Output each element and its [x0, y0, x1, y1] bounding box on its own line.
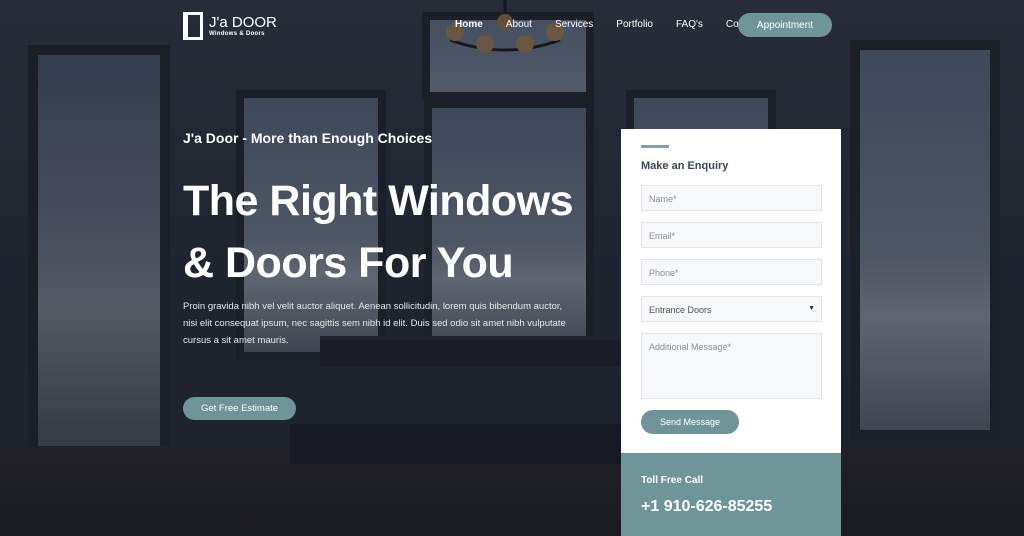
name-field[interactable]: Name* — [641, 185, 822, 211]
hero-tagline: J'a Door - More than Enough Choices — [183, 130, 433, 146]
message-field[interactable]: Additional Message* — [641, 333, 822, 399]
toll-free-label: Toll Free Call — [641, 475, 704, 486]
title-accent-bar — [641, 145, 669, 148]
caret-down-icon: ▼ — [808, 305, 815, 312]
hero-heading-line2: & Doors For You — [183, 239, 514, 287]
service-select[interactable]: Entrance Doors ▼ — [641, 296, 822, 322]
nav-home[interactable]: Home — [455, 18, 483, 32]
service-select-value: Entrance Doors — [649, 305, 712, 315]
nav-faqs[interactable]: FAQ's — [676, 18, 703, 32]
main-nav: Home About Services Portfolio FAQ's Cont… — [455, 18, 783, 32]
hero-heading-line1: The Right Windows — [183, 177, 574, 225]
free-estimate-button[interactable]: Get Free Estimate — [183, 397, 296, 420]
door-logo-icon — [183, 12, 203, 40]
toll-free-box: Toll Free Call +1 910-626-85255 — [621, 453, 841, 536]
phone-field[interactable]: Phone* — [641, 259, 822, 285]
logo[interactable]: J'a DOOR Windows & Doors — [183, 12, 277, 40]
toll-free-number[interactable]: +1 910-626-85255 — [641, 498, 772, 516]
enquiry-title: Make an Enquiry — [641, 160, 729, 172]
enquiry-form: Make an Enquiry Name* Email* Phone* Entr… — [621, 129, 841, 453]
appointment-button[interactable]: Appointment — [738, 13, 832, 37]
email-field[interactable]: Email* — [641, 222, 822, 248]
logo-title: J'a DOOR — [209, 13, 277, 31]
hero-description: Proin gravida nibh vel velit auctor aliq… — [183, 301, 566, 346]
send-message-button[interactable]: Send Message — [641, 410, 739, 434]
hero-heading: The Right Windows & Doors For You — [183, 170, 574, 294]
nav-portfolio[interactable]: Portfolio — [616, 18, 653, 32]
nav-services[interactable]: Services — [555, 18, 593, 32]
nav-about[interactable]: About — [506, 18, 532, 32]
logo-subtitle: Windows & Doors — [209, 30, 265, 37]
